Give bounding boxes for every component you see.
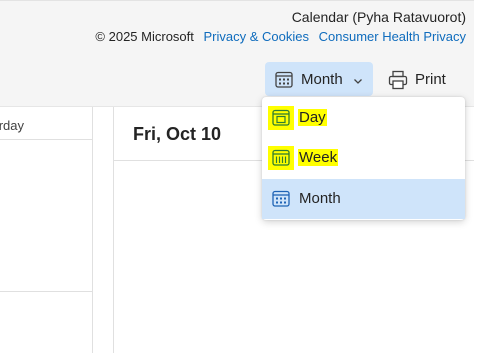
view-switcher-button[interactable]: Month: [265, 62, 373, 96]
menu-item-day-label: Day: [298, 109, 327, 126]
view-menu: Day Week Month: [262, 97, 465, 220]
menu-item-day[interactable]: Day: [262, 98, 465, 138]
previous-day-header-text: rday: [0, 118, 24, 133]
divider: [0, 291, 92, 292]
footer-links: © 2025 Microsoft Privacy & Cookies Consu…: [95, 29, 466, 44]
chevron-down-icon: [353, 73, 363, 91]
previous-day-header: rday: [0, 107, 92, 140]
menu-item-month[interactable]: Month: [262, 179, 465, 219]
printer-icon: [388, 70, 408, 95]
calendar-month-icon: [272, 190, 290, 212]
copyright-text: © 2025 Microsoft: [95, 29, 194, 44]
calendar-month-icon: [275, 71, 293, 93]
print-label: Print: [415, 71, 446, 88]
calendar-week-icon: [272, 149, 290, 171]
view-switcher-label: Month: [301, 71, 343, 88]
privacy-cookies-link[interactable]: Privacy & Cookies: [204, 29, 309, 44]
menu-item-week-label: Week: [298, 149, 339, 166]
menu-item-month-label: Month: [299, 190, 341, 207]
print-button[interactable]: Print: [384, 62, 454, 96]
previous-day-column: rday: [0, 107, 93, 353]
calendar-day-icon: [272, 109, 290, 131]
calendar-title: Calendar (Pyha Ratavuorot): [291, 9, 466, 25]
menu-item-week[interactable]: Week: [262, 138, 465, 178]
day-date-label: Fri, Oct 10: [133, 124, 222, 144]
app-header: Calendar (Pyha Ratavuorot) © 2025 Micros…: [0, 0, 474, 51]
consumer-health-privacy-link[interactable]: Consumer Health Privacy: [319, 29, 466, 44]
